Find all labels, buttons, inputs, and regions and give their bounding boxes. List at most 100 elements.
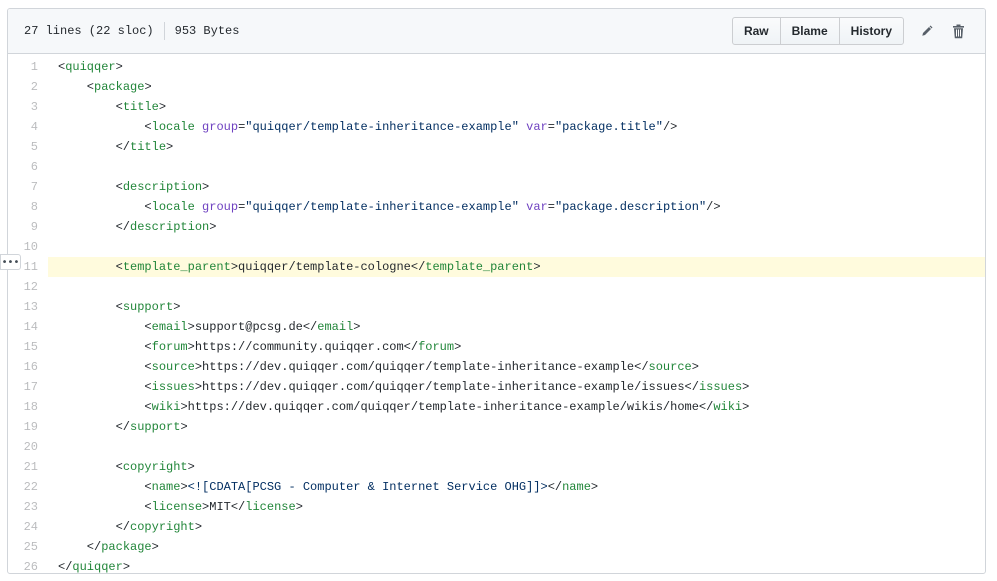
code-line: 5 </title> [8,137,985,157]
code-token: < [58,400,152,414]
code-line: 11 <template_parent>quiqqer/template-col… [8,257,985,277]
code-token: quiqqer [65,60,116,74]
trash-icon[interactable] [950,23,966,39]
code-token: >https://community.quiqqer.com</ [187,340,419,354]
line-number[interactable]: 2 [8,77,48,97]
line-number[interactable]: 6 [8,157,48,177]
pencil-icon[interactable] [919,23,935,39]
line-content: <email>support@pcsg.de</email> [48,317,360,337]
line-number[interactable]: 26 [8,557,48,573]
code-token: > [454,340,462,354]
line-number[interactable]: 18 [8,397,48,417]
code-token: package [94,80,145,94]
code-token: > [187,460,195,474]
code-token: "quiqqer/template-inheritance-example" [245,200,519,214]
line-content: <forum>https://community.quiqqer.com</fo… [48,337,461,357]
line-content: </package> [48,537,159,557]
line-content: </support> [48,417,188,437]
code-line: 10 [8,237,985,257]
code-token: template_parent [122,260,231,274]
file-actions: Raw Blame History [731,17,966,45]
line-number[interactable]: 23 [8,497,48,517]
line-content: <quiqqer> [48,57,123,77]
code-token: > [151,540,159,554]
code-line: 21 <copyright> [8,457,985,477]
line-number[interactable]: 9 [8,217,48,237]
code-token: "package.title" [554,120,663,134]
code-token: description [130,220,210,234]
code-token: < [58,320,152,334]
code-line: 26 </quiqqer> [8,557,985,574]
code-token: title [130,140,167,154]
code-token: forum [418,340,455,354]
view-button-group: Raw Blame History [731,17,904,45]
line-content: <copyright> [48,457,195,477]
code-token: wiki [713,400,743,414]
line-number[interactable]: 15 [8,337,48,357]
code-line: 12 [8,277,985,297]
code-token: email [151,320,188,334]
line-number[interactable]: 20 [8,437,48,457]
code-line: 15 <forum>https://community.quiqqer.com<… [8,337,985,357]
code-token: < [58,180,123,194]
code-token: support [130,420,181,434]
line-number[interactable]: 22 [8,477,48,497]
code-token: > [194,520,203,534]
code-token: = [547,200,555,214]
code-token: source [648,360,692,374]
code-token: /> [706,200,721,214]
code-line: 24 </copyright> [8,517,985,537]
line-number[interactable]: 17 [8,377,48,397]
line-content: <title> [48,97,166,117]
code-token: </ [58,540,102,554]
blame-button[interactable]: Blame [779,17,840,45]
line-expander-button[interactable]: ••• [0,254,21,270]
line-content [48,237,58,257]
code-line: 6 [8,157,985,177]
line-number[interactable]: 8 [8,197,48,217]
code-token: </ [58,560,73,574]
line-number[interactable]: 21 [8,457,48,477]
line-number[interactable]: 3 [8,97,48,117]
code-token: group [194,120,239,134]
code-token: < [58,500,152,514]
line-content: <locale group = "quiqqer/template-inherita… [48,197,721,217]
code-token: >https://dev.quiqqer.com/quiqqer/templat… [194,360,649,374]
line-number[interactable]: 16 [8,357,48,377]
code-token: >support@pcsg.de</ [187,320,318,334]
code-token: name [562,480,591,494]
code-token: < [58,120,152,134]
code-token: </ [547,480,563,494]
line-number[interactable]: 24 [8,517,48,537]
line-number[interactable]: 25 [8,537,48,557]
line-number[interactable]: 12 [8,277,48,297]
code-token: > [144,80,152,94]
code-token: support [122,300,174,314]
line-number[interactable]: 1 [8,57,48,77]
code-token: > [590,480,599,494]
line-number[interactable]: 7 [8,177,48,197]
code-token: title [122,100,159,114]
raw-button[interactable]: Raw [731,17,781,45]
code-token: template_parent [425,260,534,274]
code-token: wiki [151,400,181,414]
line-content [48,437,58,457]
code-line: 8 <locale group = "quiqqer/template-inheri… [8,197,985,217]
code-token: > [742,400,750,414]
history-button[interactable]: History [838,17,904,45]
code-token: </ [58,140,131,154]
code-token: package [101,540,152,554]
code-token: issues [151,380,195,394]
code-line: 14 <email>support@pcsg.de</email> [8,317,985,337]
code-token: </ [58,520,131,534]
line-number[interactable]: 13 [8,297,48,317]
line-number[interactable]: 14 [8,317,48,337]
line-number[interactable]: 4 [8,117,48,137]
line-number[interactable]: 5 [8,137,48,157]
code-token: > [173,300,181,314]
line-number[interactable]: 19 [8,417,48,437]
code-line: 22 <name><![CDATA[PCSG - Computer & Inte… [8,477,985,497]
code-token: <![CDATA[PCSG - Computer & Internet Serv… [187,480,548,494]
code-line: 20 [8,437,985,457]
code-token: "quiqqer/template-inheritance-example" [245,120,519,134]
